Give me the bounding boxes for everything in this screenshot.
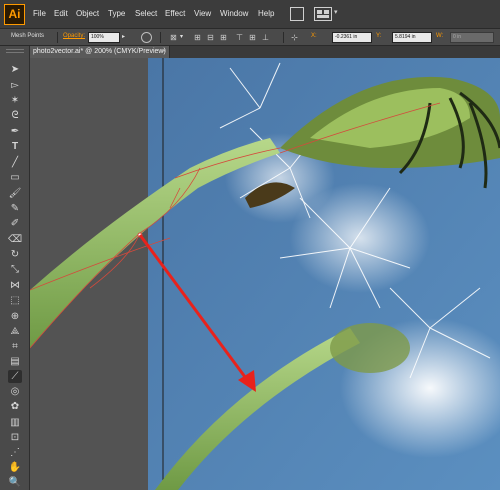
document-tab-title: photo2vector.ai* @ 200% (CMYK/Preview) — [33, 48, 166, 55]
app-logo: Ai — [4, 4, 25, 25]
opacity-field[interactable]: 100% — [88, 32, 120, 43]
direct-selection-tool-icon[interactable]: ▻ — [8, 79, 22, 92]
rotate-tool-icon[interactable]: ↻ — [8, 248, 22, 261]
divider — [160, 32, 161, 43]
zoom-tool-icon[interactable]: 🔍 — [8, 476, 22, 489]
gradient-tool-icon[interactable]: ▤ — [8, 355, 22, 368]
slice-tool-icon[interactable]: ⋰ — [8, 446, 22, 459]
opacity-label[interactable]: Opacity: — [63, 33, 85, 39]
menu-help[interactable]: Help — [258, 9, 274, 18]
document-tab[interactable]: photo2vector.ai* @ 200% (CMYK/Preview) × — [30, 46, 170, 58]
align-left-icon[interactable]: ⊞ — [192, 32, 203, 43]
paintbrush-tool-icon[interactable]: 🖌 — [8, 187, 22, 200]
pen-tool-icon[interactable]: ✒ — [8, 125, 22, 138]
bud-cluster — [330, 323, 410, 373]
artboard-canvas[interactable] — [30, 58, 500, 490]
shape-builder-tool-icon[interactable]: ⊕ — [8, 310, 22, 323]
perspective-grid-tool-icon[interactable]: ⟁ — [8, 325, 22, 338]
menu-view[interactable]: View — [194, 9, 211, 18]
close-icon[interactable]: × — [162, 46, 166, 58]
blob-brush-tool-icon[interactable]: ✐ — [8, 217, 22, 230]
divider — [283, 32, 284, 43]
pencil-tool-icon[interactable]: ✎ — [8, 202, 22, 215]
chevron-down-icon[interactable]: ▾ — [334, 8, 338, 16]
menu-bar: Ai File Edit Object Type Select Effect V… — [0, 0, 500, 29]
rectangle-tool-icon[interactable]: ▭ — [8, 171, 22, 184]
width-tool-icon[interactable]: ⋈ — [8, 279, 22, 292]
menu-type[interactable]: Type — [108, 9, 125, 18]
align-right-icon[interactable]: ⊞ — [218, 32, 229, 43]
selection-label: Mesh Points — [11, 33, 45, 39]
eraser-tool-icon[interactable]: ⌫ — [8, 233, 22, 246]
magic-wand-tool-icon[interactable]: ✶ — [8, 94, 22, 107]
w-field[interactable]: 0 in — [450, 32, 494, 43]
eyedropper-tool-icon[interactable]: ⟋ — [8, 370, 22, 383]
chevron-right-icon[interactable]: ▸ — [122, 33, 125, 40]
recolor-icon[interactable] — [141, 32, 152, 43]
select-mesh-icon[interactable]: ⊠ — [168, 32, 179, 43]
menu-object[interactable]: Object — [76, 9, 99, 18]
align-middle-icon[interactable]: ⊞ — [247, 32, 258, 43]
hand-tool-icon[interactable]: ✋ — [8, 461, 22, 474]
panel-grip[interactable] — [6, 49, 24, 53]
menu-effect[interactable]: Effect — [165, 9, 185, 18]
menu-file[interactable]: File — [33, 9, 46, 18]
x-field[interactable]: -0.2361 in — [332, 32, 372, 43]
align-bottom-icon[interactable]: ⊥ — [260, 32, 271, 43]
chevron-down-icon[interactable]: ▾ — [180, 33, 183, 40]
control-bar: Mesh Points Opacity: 100% ▸ ⊠ ▾ ⊞ ⊟ ⊞ ⊤ … — [0, 29, 500, 46]
artwork[interactable] — [30, 58, 500, 490]
symbol-sprayer-tool-icon[interactable]: ✿ — [8, 400, 22, 413]
lasso-tool-icon[interactable]: ᘓ — [8, 109, 22, 122]
artboard-tool-icon[interactable]: ⊡ — [8, 431, 22, 444]
tools-panel: ➤ ▻ ✶ ᘓ ✒ T ╱ ▭ 🖌 ✎ ✐ ⌫ ↻ ⤡ ⋈ ⬚ ⊕ ⟁ ⌗ ▤ … — [0, 46, 30, 490]
scale-tool-icon[interactable]: ⤡ — [8, 263, 22, 276]
reference-point-icon[interactable]: ⊹ — [289, 32, 300, 43]
align-top-icon[interactable]: ⊤ — [234, 32, 245, 43]
bridge-icon[interactable] — [290, 7, 304, 21]
menu-select[interactable]: Select — [135, 9, 157, 18]
type-tool-icon[interactable]: T — [8, 140, 22, 153]
free-transform-tool-icon[interactable]: ⬚ — [8, 294, 22, 307]
align-center-icon[interactable]: ⊟ — [205, 32, 216, 43]
column-graph-tool-icon[interactable]: ▥ — [8, 416, 22, 429]
selection-tool-icon[interactable]: ➤ — [8, 63, 22, 76]
y-label[interactable]: Y: — [376, 33, 381, 39]
w-label[interactable]: W: — [436, 33, 443, 39]
arrange-documents-icon[interactable] — [314, 7, 332, 21]
divider — [57, 32, 58, 43]
menu-window[interactable]: Window — [220, 9, 248, 18]
mesh-tool-icon[interactable]: ⌗ — [8, 340, 22, 353]
document-tab-bar: photo2vector.ai* @ 200% (CMYK/Preview) × — [30, 46, 500, 58]
y-field[interactable]: 5.8194 in — [392, 32, 432, 43]
menu-edit[interactable]: Edit — [54, 9, 68, 18]
line-tool-icon[interactable]: ╱ — [8, 156, 22, 169]
x-label[interactable]: X: — [311, 33, 317, 39]
blend-tool-icon[interactable]: ◎ — [8, 385, 22, 398]
